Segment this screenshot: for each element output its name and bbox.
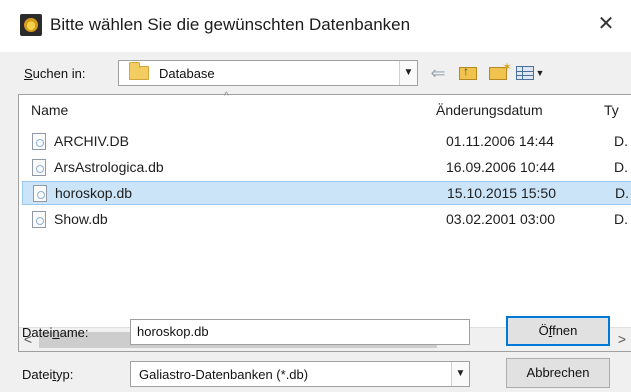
file-row-selected[interactable]: horoskop.db 15.10.2015 15:50 D. bbox=[22, 181, 631, 205]
database-file-icon bbox=[33, 184, 47, 202]
close-icon[interactable]: ✕ bbox=[594, 12, 618, 36]
file-type: D. bbox=[614, 211, 628, 227]
lookin-value: Database bbox=[159, 65, 215, 81]
database-file-icon bbox=[32, 158, 46, 176]
astro-app-icon bbox=[20, 14, 42, 36]
new-folder-icon[interactable]: ✶ bbox=[486, 60, 512, 84]
filename-label: Dateiname: bbox=[22, 325, 89, 340]
filetype-value: Galiastro-Datenbanken (*.db) bbox=[139, 367, 309, 382]
database-file-icon bbox=[32, 132, 46, 150]
filetype-dropdown[interactable]: Galiastro-Datenbanken (*.db) ▼ bbox=[130, 361, 470, 387]
file-type: D. bbox=[614, 133, 628, 149]
file-name: ArsAstrologica.db bbox=[54, 159, 164, 175]
file-row[interactable]: ARCHIV.DB 01.11.2006 14:44 D. bbox=[22, 129, 631, 153]
database-file-icon bbox=[32, 210, 46, 228]
sort-ascending-icon: ^ bbox=[224, 91, 229, 102]
up-folder-icon[interactable] bbox=[456, 62, 480, 84]
file-name: ARCHIV.DB bbox=[54, 133, 129, 149]
open-button[interactable]: Öffnen bbox=[506, 316, 610, 346]
file-date: 03.02.2001 03:00 bbox=[446, 211, 555, 227]
file-list[interactable]: Name ^ Änderungsdatum Ty ARCHIV.DB 01.11… bbox=[18, 91, 631, 352]
file-type: D. bbox=[615, 185, 629, 201]
window-title: Bitte wählen Sie die gewünschten Datenba… bbox=[50, 15, 411, 34]
column-header-date[interactable]: Änderungsdatum bbox=[436, 95, 543, 125]
column-header-type[interactable]: Ty bbox=[604, 95, 619, 125]
scroll-right-icon[interactable]: > bbox=[613, 328, 631, 352]
back-arrow-icon[interactable]: ⇐ bbox=[426, 62, 450, 84]
file-date: 01.11.2006 14:44 bbox=[446, 133, 554, 149]
column-header-name[interactable]: Name bbox=[31, 95, 68, 125]
lookin-label: Suchen in: bbox=[24, 66, 86, 81]
chevron-down-icon[interactable]: ▼ bbox=[451, 362, 469, 386]
file-name: Show.db bbox=[54, 211, 108, 227]
cancel-button[interactable]: Abbrechen bbox=[506, 358, 610, 388]
file-row[interactable]: ArsAstrologica.db 16.09.2006 10:44 D. bbox=[22, 155, 631, 179]
file-row[interactable]: Show.db 03.02.2001 03:00 D. bbox=[22, 207, 631, 231]
filename-input[interactable]: horoskop.db bbox=[130, 319, 470, 345]
view-menu-icon[interactable]: ▼ bbox=[514, 62, 546, 84]
file-date: 15.10.2015 15:50 bbox=[447, 185, 556, 201]
lookin-dropdown[interactable]: Database ▼ bbox=[118, 60, 418, 86]
file-type: D. bbox=[614, 159, 628, 175]
folder-icon bbox=[129, 62, 149, 80]
filetype-label: Dateityp: bbox=[22, 367, 74, 382]
chevron-down-icon[interactable]: ▼ bbox=[399, 61, 417, 85]
file-date: 16.09.2006 10:44 bbox=[446, 159, 555, 175]
dialog-body: Suchen in: Database ▼ ⇐ ✶ ▼ Name ^ Änder… bbox=[0, 52, 631, 392]
title-bar: Bitte wählen Sie die gewünschten Datenba… bbox=[0, 0, 631, 52]
file-name: horoskop.db bbox=[55, 185, 133, 201]
